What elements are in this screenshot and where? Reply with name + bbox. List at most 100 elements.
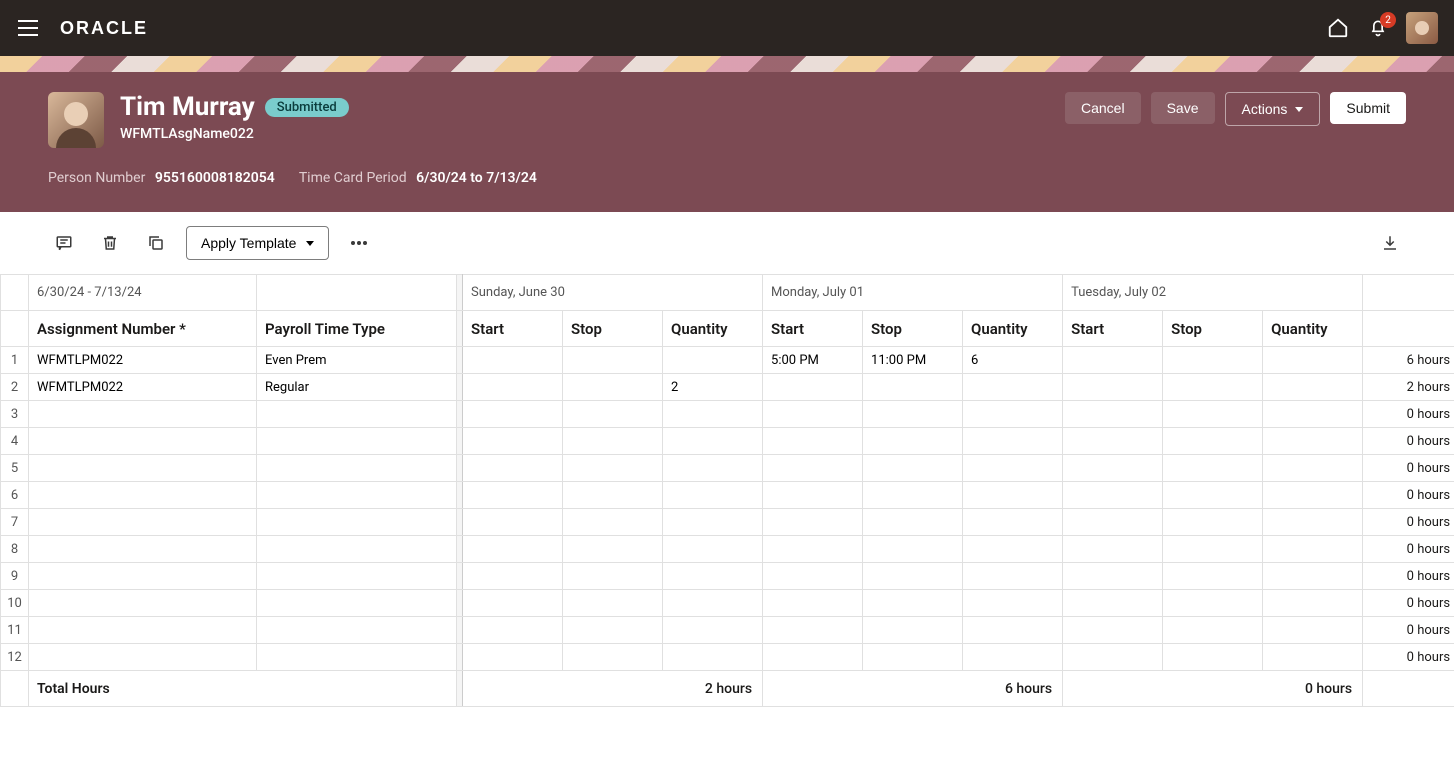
start-cell-2[interactable]	[1063, 536, 1163, 563]
quantity-cell-0-input[interactable]	[671, 407, 754, 422]
start-cell-0-input[interactable]	[471, 623, 554, 638]
delete-icon[interactable]	[94, 227, 126, 259]
quantity-cell-0-input[interactable]	[671, 596, 754, 611]
stop-cell-1-input[interactable]	[871, 515, 954, 530]
quantity-cell-0-input[interactable]	[671, 515, 754, 530]
quantity-cell-1[interactable]	[963, 482, 1063, 509]
stop-cell-1-input[interactable]	[871, 461, 954, 476]
payroll-type-cell[interactable]	[257, 482, 457, 509]
payroll-type-cell-input[interactable]	[265, 623, 448, 638]
start-header-0[interactable]: Start	[463, 311, 563, 347]
stop-cell-1-input[interactable]	[871, 353, 954, 368]
stop-cell-1[interactable]	[863, 617, 963, 644]
start-cell-1-input[interactable]	[771, 515, 854, 530]
quantity-cell-0[interactable]	[663, 482, 763, 509]
assignment-cell-input[interactable]	[37, 407, 248, 422]
stop-cell-2-input[interactable]	[1171, 407, 1254, 422]
stop-cell-1[interactable]	[863, 401, 963, 428]
assignment-cell[interactable]	[29, 509, 257, 536]
quantity-cell-0[interactable]	[663, 644, 763, 671]
payroll-type-cell-input[interactable]	[265, 569, 448, 584]
quantity-cell-1[interactable]	[963, 563, 1063, 590]
start-cell-1-input[interactable]	[771, 623, 854, 638]
payroll-type-cell[interactable]	[257, 644, 457, 671]
quantity-cell-1-input[interactable]	[971, 596, 1054, 611]
quantity-cell-1[interactable]	[963, 455, 1063, 482]
quantity-cell-0-input[interactable]	[671, 623, 754, 638]
assignment-cell-input[interactable]	[37, 542, 248, 557]
start-header-2[interactable]: Start	[1063, 311, 1163, 347]
start-cell-0-input[interactable]	[471, 569, 554, 584]
quantity-cell-2-input[interactable]	[1271, 488, 1354, 503]
quantity-cell-0[interactable]	[663, 536, 763, 563]
start-cell-2[interactable]	[1063, 401, 1163, 428]
stop-cell-2-input[interactable]	[1171, 569, 1254, 584]
quantity-cell-2-input[interactable]	[1271, 596, 1354, 611]
start-cell-2-input[interactable]	[1071, 569, 1154, 584]
start-cell-1[interactable]	[763, 590, 863, 617]
assignment-cell-input[interactable]	[37, 515, 248, 530]
stop-cell-1-input[interactable]	[871, 380, 954, 395]
assignment-cell-input[interactable]	[37, 623, 248, 638]
start-cell-2-input[interactable]	[1071, 542, 1154, 557]
stop-cell-1-input[interactable]	[871, 488, 954, 503]
start-cell-2[interactable]	[1063, 617, 1163, 644]
copy-icon[interactable]	[140, 227, 172, 259]
payroll-type-cell[interactable]	[257, 428, 457, 455]
quantity-cell-1[interactable]	[963, 347, 1063, 374]
start-cell-1[interactable]	[763, 617, 863, 644]
stop-cell-0-input[interactable]	[571, 380, 654, 395]
quantity-cell-2[interactable]	[1263, 509, 1363, 536]
more-icon[interactable]	[343, 227, 375, 259]
stop-cell-0-input[interactable]	[571, 407, 654, 422]
quantity-cell-1[interactable]	[963, 428, 1063, 455]
payroll-type-cell-input[interactable]	[265, 596, 448, 611]
stop-cell-0-input[interactable]	[571, 461, 654, 476]
stop-cell-2-input[interactable]	[1171, 650, 1254, 665]
quantity-cell-2[interactable]	[1263, 347, 1363, 374]
payroll-type-cell[interactable]	[257, 509, 457, 536]
quantity-cell-0[interactable]	[663, 428, 763, 455]
quantity-cell-2[interactable]	[1263, 428, 1363, 455]
payroll-type-cell-input[interactable]	[265, 542, 448, 557]
payroll-type-header[interactable]: Payroll Time Type	[257, 311, 457, 347]
quantity-cell-2-input[interactable]	[1271, 569, 1354, 584]
hamburger-icon[interactable]	[16, 16, 40, 40]
quantity-cell-0[interactable]	[663, 509, 763, 536]
start-cell-2-input[interactable]	[1071, 407, 1154, 422]
quantity-cell-1-input[interactable]	[971, 407, 1054, 422]
start-cell-0[interactable]	[463, 428, 563, 455]
start-cell-2[interactable]	[1063, 347, 1163, 374]
quantity-cell-2[interactable]	[1263, 644, 1363, 671]
quantity-cell-2[interactable]	[1263, 482, 1363, 509]
stop-cell-1[interactable]	[863, 374, 963, 401]
start-cell-1-input[interactable]	[771, 353, 854, 368]
stop-cell-2-input[interactable]	[1171, 353, 1254, 368]
user-avatar[interactable]	[1406, 12, 1438, 44]
quantity-cell-1-input[interactable]	[971, 623, 1054, 638]
start-cell-1[interactable]	[763, 428, 863, 455]
submit-button[interactable]: Submit	[1330, 92, 1406, 124]
assignment-cell[interactable]	[29, 401, 257, 428]
stop-cell-2-input[interactable]	[1171, 542, 1254, 557]
assignment-cell[interactable]	[29, 536, 257, 563]
payroll-type-cell-input[interactable]	[265, 380, 448, 395]
quantity-cell-1[interactable]	[963, 509, 1063, 536]
stop-cell-1[interactable]	[863, 455, 963, 482]
start-cell-2[interactable]	[1063, 590, 1163, 617]
stop-cell-1[interactable]	[863, 563, 963, 590]
start-cell-0-input[interactable]	[471, 407, 554, 422]
payroll-type-cell-input[interactable]	[265, 515, 448, 530]
start-header-1[interactable]: Start	[763, 311, 863, 347]
stop-header-1[interactable]: Stop	[863, 311, 963, 347]
save-button[interactable]: Save	[1151, 92, 1215, 124]
assignment-cell[interactable]	[29, 482, 257, 509]
quantity-cell-2-input[interactable]	[1271, 623, 1354, 638]
quantity-cell-2[interactable]	[1263, 590, 1363, 617]
start-cell-1[interactable]	[763, 509, 863, 536]
apply-template-button[interactable]: Apply Template	[186, 226, 329, 260]
start-cell-0[interactable]	[463, 617, 563, 644]
stop-cell-2[interactable]	[1163, 617, 1263, 644]
start-cell-2[interactable]	[1063, 455, 1163, 482]
quantity-cell-2-input[interactable]	[1271, 461, 1354, 476]
